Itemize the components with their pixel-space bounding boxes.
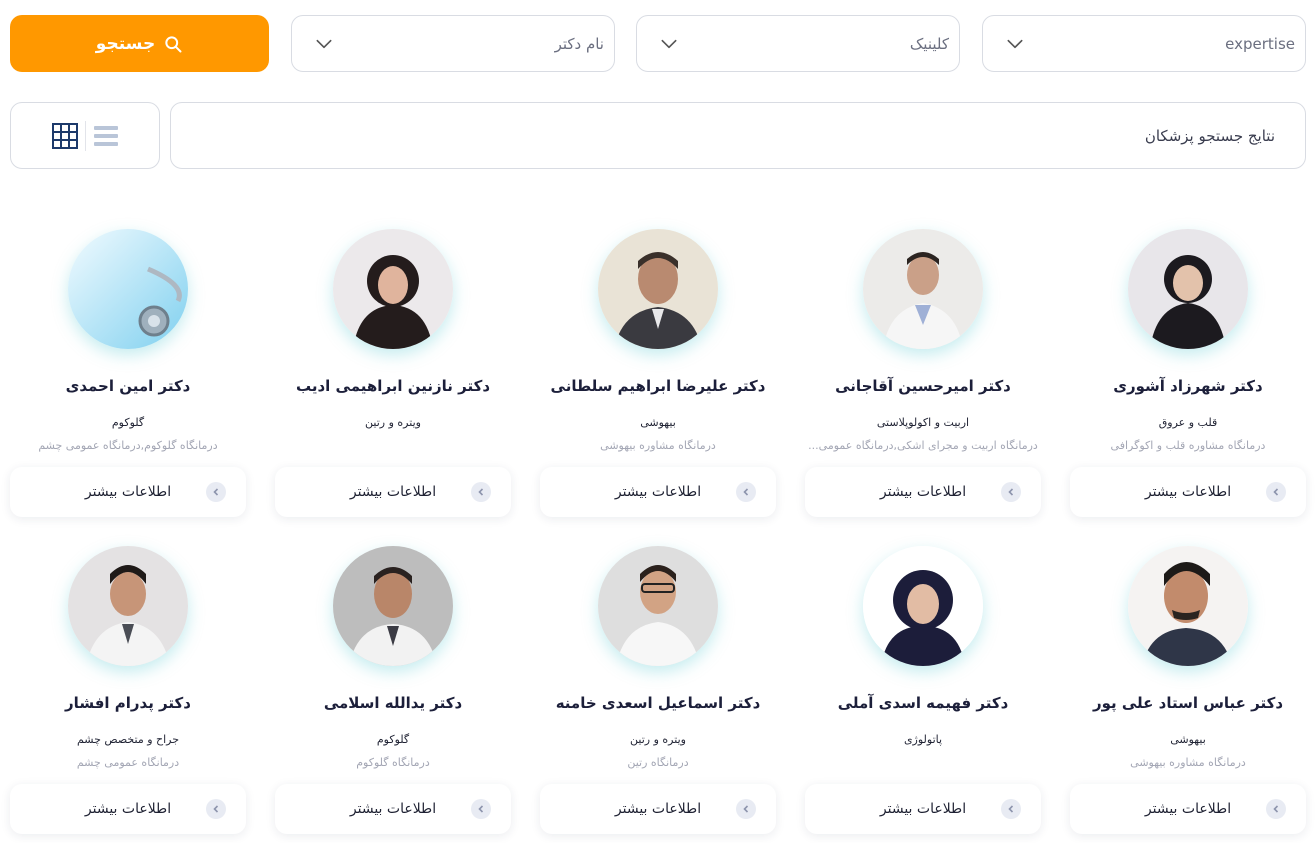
chevron-left-icon xyxy=(1266,799,1286,819)
doctor-specialty: گلوکوم xyxy=(376,733,410,746)
doctor-avatar xyxy=(68,546,188,666)
more-info-label: اطلاعات بیشتر xyxy=(349,801,437,817)
grid-view-button[interactable] xyxy=(49,120,81,152)
doctor-clinic: درمانگاه مشاوره بیهوشی xyxy=(600,439,716,452)
chevron-left-icon xyxy=(1266,482,1286,502)
more-info-label: اطلاعات بیشتر xyxy=(879,801,967,817)
search-icon xyxy=(165,35,182,52)
doctor-avatar xyxy=(863,229,983,349)
more-info-button[interactable]: اطلاعات بیشتر xyxy=(805,784,1041,834)
doctor-card: دکتر عباس استاد علی پور بیهوشی درمانگاه … xyxy=(1070,546,1306,836)
chevron-down-icon xyxy=(316,39,332,48)
more-info-button[interactable]: اطلاعات بیشتر xyxy=(1070,467,1306,517)
doctor-clinic: درمانگاه رتین xyxy=(627,756,689,769)
more-info-label: اطلاعات بیشتر xyxy=(614,801,702,817)
doctor-name[interactable]: دکتر امیرحسین آقاجانی xyxy=(805,377,1041,395)
doctor-avatar xyxy=(333,546,453,666)
doctor-card: دکتر شهرزاد آشوری قلب و عروق درمانگاه مش… xyxy=(1070,229,1306,519)
doctor-specialty: جراح و متخصص چشم xyxy=(76,733,180,746)
doctor-name[interactable]: دکتر فهیمه اسدی آملی xyxy=(805,694,1041,712)
expertise-select[interactable]: expertise xyxy=(982,15,1306,72)
doctor-card: دکتر امین احمدی گلوکوم درمانگاه گلوکوم,د… xyxy=(10,229,246,519)
more-info-label: اطلاعات بیشتر xyxy=(349,484,437,500)
doctor-clinic: درمانگاه مشاوره بیهوشی xyxy=(1130,756,1246,769)
doctor-specialty: ویتره و رتین xyxy=(630,733,686,746)
expertise-value: expertise xyxy=(1225,34,1295,53)
chevron-left-icon xyxy=(736,799,756,819)
more-info-button[interactable]: اطلاعات بیشتر xyxy=(540,784,776,834)
doctor-avatar xyxy=(1128,546,1248,666)
more-info-label: اطلاعات بیشتر xyxy=(614,484,702,500)
doctor-name-select[interactable]: نام دکتر xyxy=(291,15,615,72)
doctor-specialty: بیهوشی xyxy=(1170,733,1206,746)
more-info-button[interactable]: اطلاعات بیشتر xyxy=(10,467,246,517)
results-header: نتایج جستجو پزشکان xyxy=(170,102,1306,169)
doctor-name[interactable]: دکتر امین احمدی xyxy=(10,377,246,395)
view-toggle-divider xyxy=(84,120,86,151)
more-info-label: اطلاعات بیشتر xyxy=(879,484,967,500)
doctor-name[interactable]: دکتر اسماعیل اسعدی خامنه xyxy=(540,694,776,712)
chevron-left-icon xyxy=(471,482,491,502)
doctor-card: دکتر یدالله اسلامی گلوکوم درمانگاه گلوکو… xyxy=(275,546,511,836)
chevron-down-icon xyxy=(661,39,677,48)
doctor-name[interactable]: دکتر نازنین ابراهیمی ادیب xyxy=(275,377,511,395)
chevron-left-icon xyxy=(471,799,491,819)
search-button-label: جستجو xyxy=(95,33,156,54)
doctor-specialty: گلوکوم xyxy=(111,416,145,429)
results-title: نتایج جستجو پزشکان xyxy=(1144,126,1275,145)
doctor-specialty: پاتولوژی xyxy=(903,733,943,746)
doctor-avatar xyxy=(1128,229,1248,349)
doctor-avatar xyxy=(68,229,188,349)
chevron-left-icon xyxy=(206,799,226,819)
clinic-select[interactable]: کلینیک xyxy=(636,15,960,72)
chevron-down-icon xyxy=(1007,39,1023,48)
doctor-avatar xyxy=(333,229,453,349)
more-info-button[interactable]: اطلاعات بیشتر xyxy=(275,467,511,517)
doctor-avatar xyxy=(598,229,718,349)
doctor-card: دکتر فهیمه اسدی آملی پاتولوژی اطلاعات بی… xyxy=(805,546,1041,836)
more-info-button[interactable]: اطلاعات بیشتر xyxy=(540,467,776,517)
doctor-avatar xyxy=(863,546,983,666)
doctor-card: دکتر نازنین ابراهیمی ادیب ویتره و رتین ا… xyxy=(275,229,511,519)
doctor-clinic: درمانگاه گلوکوم,درمانگاه عمومی چشم xyxy=(38,439,218,452)
doctor-clinic: درمانگاه مشاوره قلب و اکوگرافی xyxy=(1110,439,1266,452)
doctor-name[interactable]: دکتر یدالله اسلامی xyxy=(275,694,511,712)
doctor-clinic: درمانگاه عمومی چشم xyxy=(76,756,180,769)
view-toggle xyxy=(10,102,160,169)
more-info-button[interactable]: اطلاعات بیشتر xyxy=(805,467,1041,517)
doctor-specialty: اربیت و اکولوپلاستی xyxy=(876,416,970,429)
search-button[interactable]: جستجو xyxy=(10,15,269,72)
more-info-label: اطلاعات بیشتر xyxy=(1144,801,1232,817)
more-info-label: اطلاعات بیشتر xyxy=(84,484,172,500)
doctor-card: دکتر امیرحسین آقاجانی اربیت و اکولوپلاست… xyxy=(805,229,1041,519)
doctor-specialty: قلب و عروق xyxy=(1158,416,1218,429)
grid-view-icon xyxy=(51,122,78,149)
doctor-clinic: درمانگاه گلوکوم xyxy=(356,756,430,769)
doctor-avatar xyxy=(598,546,718,666)
list-view-button[interactable] xyxy=(90,120,122,152)
more-info-label: اطلاعات بیشتر xyxy=(84,801,172,817)
list-view-icon xyxy=(93,125,118,146)
more-info-label: اطلاعات بیشتر xyxy=(1144,484,1232,500)
clinic-value: کلینیک xyxy=(909,34,949,53)
chevron-left-icon xyxy=(1001,482,1021,502)
doctor-clinic: درمانگاه اربیت و مجرای اشکی,درمانگاه عمو… xyxy=(808,439,1038,452)
doctor-name[interactable]: دکتر علیرضا ابراهیم سلطانی xyxy=(540,377,776,395)
doctor-card: دکتر اسماعیل اسعدی خامنه ویتره و رتین در… xyxy=(540,546,776,836)
doctor-name[interactable]: دکتر پدرام افشار xyxy=(10,694,246,712)
chevron-left-icon xyxy=(206,482,226,502)
doctor-specialty: بیهوشی xyxy=(640,416,676,429)
chevron-left-icon xyxy=(736,482,756,502)
doctor-card: دکتر علیرضا ابراهیم سلطانی بیهوشی درمانگ… xyxy=(540,229,776,519)
doctor-name-value: نام دکتر xyxy=(554,34,604,53)
doctor-name[interactable]: دکتر عباس استاد علی پور xyxy=(1070,694,1306,712)
doctor-name[interactable]: دکتر شهرزاد آشوری xyxy=(1070,377,1306,395)
more-info-button[interactable]: اطلاعات بیشتر xyxy=(1070,784,1306,834)
more-info-button[interactable]: اطلاعات بیشتر xyxy=(275,784,511,834)
chevron-left-icon xyxy=(1001,799,1021,819)
doctor-card: دکتر پدرام افشار جراح و متخصص چشم درمانگ… xyxy=(10,546,246,836)
doctor-specialty: ویتره و رتین xyxy=(365,416,421,429)
more-info-button[interactable]: اطلاعات بیشتر xyxy=(10,784,246,834)
